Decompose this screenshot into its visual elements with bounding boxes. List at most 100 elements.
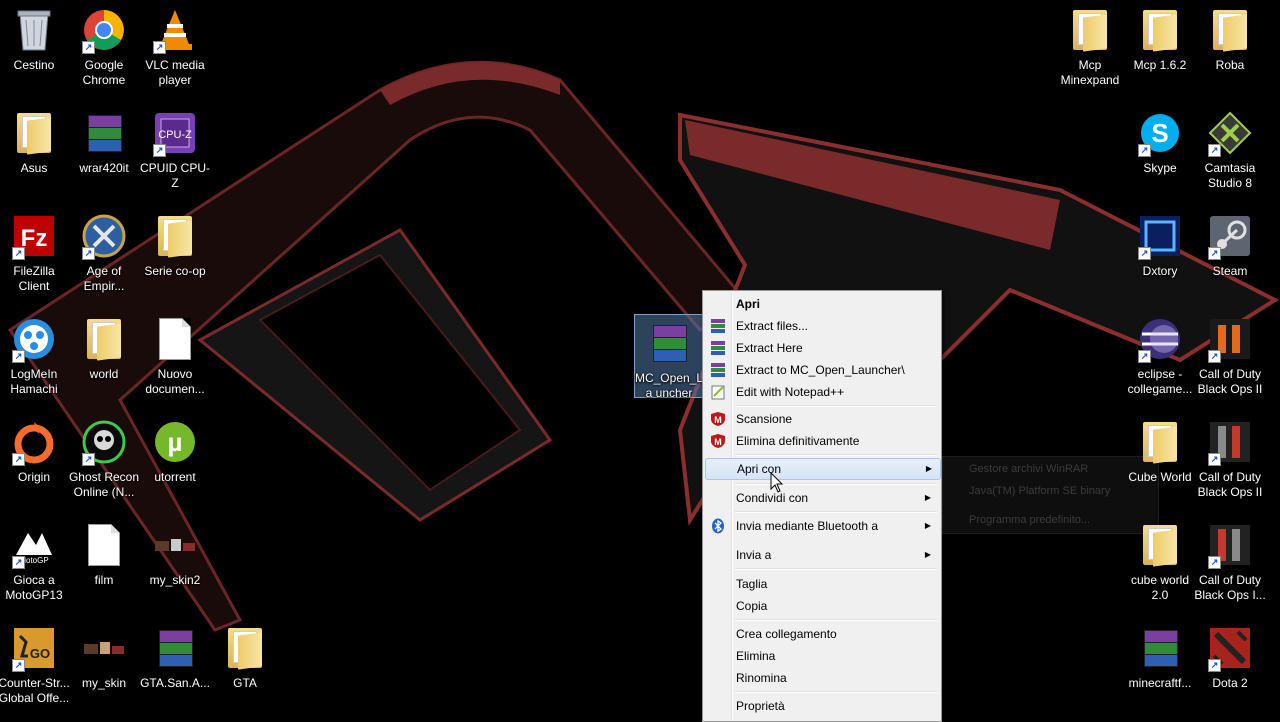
desktop-icon-asus[interactable]: Asus bbox=[0, 109, 70, 176]
menu-item-rinomina[interactable]: Rinomina bbox=[705, 667, 939, 689]
menu-item-taglia[interactable]: Taglia bbox=[705, 573, 939, 595]
black-ops-icon: ↗ bbox=[1206, 521, 1254, 569]
desktop-icon-filezilla[interactable]: Fz ↗ FileZilla Client bbox=[0, 212, 70, 294]
desktop-icon-my-skin[interactable]: my_skin bbox=[68, 624, 140, 691]
shortcut-arrow-icon: ↗ bbox=[1138, 247, 1151, 260]
icon-label: MC_Open_La uncher bbox=[634, 371, 704, 400]
desktop-icon-utorrent[interactable]: µ utorrent bbox=[139, 418, 211, 485]
desktop-icon-black-ops-a[interactable]: ↗ Call of Duty Black Ops II bbox=[1194, 418, 1266, 500]
menu-item-copia[interactable]: Copia bbox=[705, 595, 939, 617]
menu-item-extract-to[interactable]: Extract to MC_Open_Launcher\ bbox=[705, 359, 939, 381]
icon-label: Google Chrome bbox=[82, 58, 126, 87]
icon-label: Asus bbox=[20, 161, 48, 175]
desktop-icon-gta-san-andreas[interactable]: GTA.San.A... bbox=[139, 624, 211, 691]
filezilla-icon: Fz ↗ bbox=[10, 212, 58, 260]
desktop-icon-eclipse[interactable]: ↗ eclipse - collegame... bbox=[1124, 315, 1196, 397]
desktop-icon-cpuz[interactable]: CPU-Z ↗ CPUID CPU-Z bbox=[139, 109, 211, 191]
icon-label: my_skin2 bbox=[149, 573, 201, 587]
desktop-icon-chrome[interactable]: ↗ Google Chrome bbox=[68, 6, 140, 88]
menu-item-edit-notepadpp[interactable]: Edit with Notepad++ bbox=[705, 381, 939, 403]
desktop-icon-age-of-empires[interactable]: ↗ Age of Empir... bbox=[68, 212, 140, 294]
mcafee-icon: M bbox=[710, 411, 726, 427]
submenu-item-winrar[interactable]: Gestore archivi WinRAR bbox=[969, 463, 1088, 475]
icon-label: eclipse - collegame... bbox=[1127, 367, 1193, 396]
menu-item-elimina-definitivamente[interactable]: M Elimina definitivamente bbox=[705, 430, 939, 452]
desktop-icon-mcp-162[interactable]: Mcp 1.6.2 bbox=[1124, 6, 1196, 73]
menu-item-label: Rinomina bbox=[736, 671, 787, 685]
menu-item-label: Elimina definitivamente bbox=[736, 434, 860, 448]
desktop-icon-ghost-recon[interactable]: ↗ Ghost Recon Online (N... bbox=[68, 418, 140, 500]
winrar-icon bbox=[710, 340, 726, 356]
menu-item-label: Scansione bbox=[736, 412, 793, 426]
menu-item-invia-a[interactable]: Invia a ▶ bbox=[705, 544, 939, 566]
menu-item-apri-con[interactable]: Apri con ▶ bbox=[705, 458, 941, 480]
desktop-icon-cestino[interactable]: Cestino bbox=[0, 6, 70, 73]
icon-label: Camtasia Studio 8 bbox=[1204, 161, 1256, 190]
desktop-icon-black-ops-2[interactable]: ↗ Call of Duty Black Ops II bbox=[1194, 315, 1266, 397]
cpuz-icon: CPU-Z ↗ bbox=[151, 109, 199, 157]
menu-item-extract-here[interactable]: Extract Here bbox=[705, 337, 939, 359]
menu-item-apri[interactable]: Apri bbox=[705, 293, 939, 315]
icon-label: CPUID CPU-Z bbox=[139, 161, 210, 190]
winrar-installer-icon bbox=[80, 109, 128, 157]
camtasia-icon: ↗ bbox=[1206, 109, 1254, 157]
icon-label: GTA bbox=[233, 676, 257, 690]
menu-separator bbox=[735, 483, 937, 485]
shortcut-arrow-icon: ↗ bbox=[82, 247, 95, 260]
desktop-icon-mcp-minexpand[interactable]: Mcp Minexpand bbox=[1054, 6, 1126, 88]
desktop-icon-origin[interactable]: ↗ Origin bbox=[0, 418, 70, 485]
icon-label: Roba bbox=[1215, 58, 1245, 72]
menu-item-label: Apri bbox=[736, 297, 760, 311]
submenu-item-programma-predefinito[interactable]: Programma predefinito... bbox=[969, 514, 1090, 526]
desktop-icon-gta[interactable]: GTA bbox=[209, 624, 281, 691]
icon-label: Counter-Str... Global Offe... bbox=[0, 676, 70, 705]
desktop-icon-vlc[interactable]: ↗ VLC media player bbox=[139, 6, 211, 88]
shortcut-arrow-icon: ↗ bbox=[12, 556, 25, 569]
shortcut-arrow-icon: ↗ bbox=[153, 144, 166, 157]
submenu-item-java[interactable]: Java(TM) Platform SE binary bbox=[969, 485, 1110, 497]
icon-label: Dota 2 bbox=[1212, 676, 1248, 690]
desktop-icon-serie-coop[interactable]: Serie co-op bbox=[139, 212, 211, 279]
desktop-icon-hamachi[interactable]: ↗ LogMeIn Hamachi bbox=[0, 315, 70, 397]
desktop-icon-minecraftf[interactable]: minecraftf... bbox=[1124, 624, 1196, 691]
desktop-icon-dota2[interactable]: ↗ Dota 2 bbox=[1194, 624, 1266, 691]
desktop-icon-steam[interactable]: ↗ Steam bbox=[1194, 212, 1266, 279]
menu-item-invia-bluetooth[interactable]: Invia mediante Bluetooth a ▶ bbox=[705, 515, 939, 537]
menu-item-proprieta[interactable]: Proprietà bbox=[705, 695, 939, 717]
icon-label: Ghost Recon Online (N... bbox=[68, 470, 140, 499]
icon-label: Call of Duty Black Ops I... bbox=[1194, 573, 1266, 602]
selected-file-mc-open-launcher[interactable]: MC_Open_La uncher bbox=[634, 314, 704, 400]
ghost-recon-icon: ↗ bbox=[80, 418, 128, 466]
desktop-icon-nuovo-documento[interactable]: Nuovo documen... bbox=[139, 315, 211, 397]
desktop-icon-roba[interactable]: Roba bbox=[1194, 6, 1266, 73]
desktop-icon-my-skin2[interactable]: my_skin2 bbox=[139, 521, 211, 588]
folder-icon bbox=[1136, 6, 1184, 54]
age-of-empires-icon: ↗ bbox=[80, 212, 128, 260]
desktop-icon-dxtory[interactable]: ↗ Dxtory bbox=[1124, 212, 1196, 279]
desktop-icon-camtasia[interactable]: ↗ Camtasia Studio 8 bbox=[1194, 109, 1266, 191]
menu-item-label: Extract Here bbox=[736, 341, 803, 355]
winrar-archive-icon bbox=[1136, 624, 1184, 672]
desktop-icon-black-ops-b[interactable]: ↗ Call of Duty Black Ops I... bbox=[1194, 521, 1266, 603]
menu-item-label: Proprietà bbox=[736, 699, 785, 713]
dota2-icon: ↗ bbox=[1206, 624, 1254, 672]
menu-item-elimina[interactable]: Elimina bbox=[705, 645, 939, 667]
folder-icon bbox=[80, 315, 128, 363]
menu-item-label: Edit with Notepad++ bbox=[736, 385, 845, 399]
icon-label: Gioca a MotoGP13 bbox=[5, 573, 63, 602]
menu-item-label: Elimina bbox=[736, 649, 776, 663]
menu-item-scansione[interactable]: M Scansione bbox=[705, 408, 939, 430]
menu-item-crea-collegamento[interactable]: Crea collegamento bbox=[705, 623, 939, 645]
desktop-icon-wrar420it[interactable]: wrar420it bbox=[68, 109, 140, 176]
shortcut-arrow-icon: ↗ bbox=[12, 659, 25, 672]
desktop-icon-csgo[interactable]: GO ↗ Counter-Str... Global Offe... bbox=[0, 624, 70, 706]
chrome-icon: ↗ bbox=[80, 6, 128, 54]
desktop-icon-skype[interactable]: S ↗ Skype bbox=[1124, 109, 1196, 176]
menu-item-condividi-con[interactable]: Condividi con ▶ bbox=[705, 487, 939, 509]
desktop-icon-world[interactable]: world bbox=[68, 315, 140, 382]
desktop-icon-motogp13[interactable]: MotoGP ↗ Gioca a MotoGP13 bbox=[0, 521, 70, 603]
submenu-arrow-icon: ▶ bbox=[924, 493, 931, 502]
svg-text:CPU-Z: CPU-Z bbox=[158, 129, 192, 141]
menu-item-extract-files[interactable]: Extract files... bbox=[705, 315, 939, 337]
desktop-icon-film[interactable]: film bbox=[68, 521, 140, 588]
